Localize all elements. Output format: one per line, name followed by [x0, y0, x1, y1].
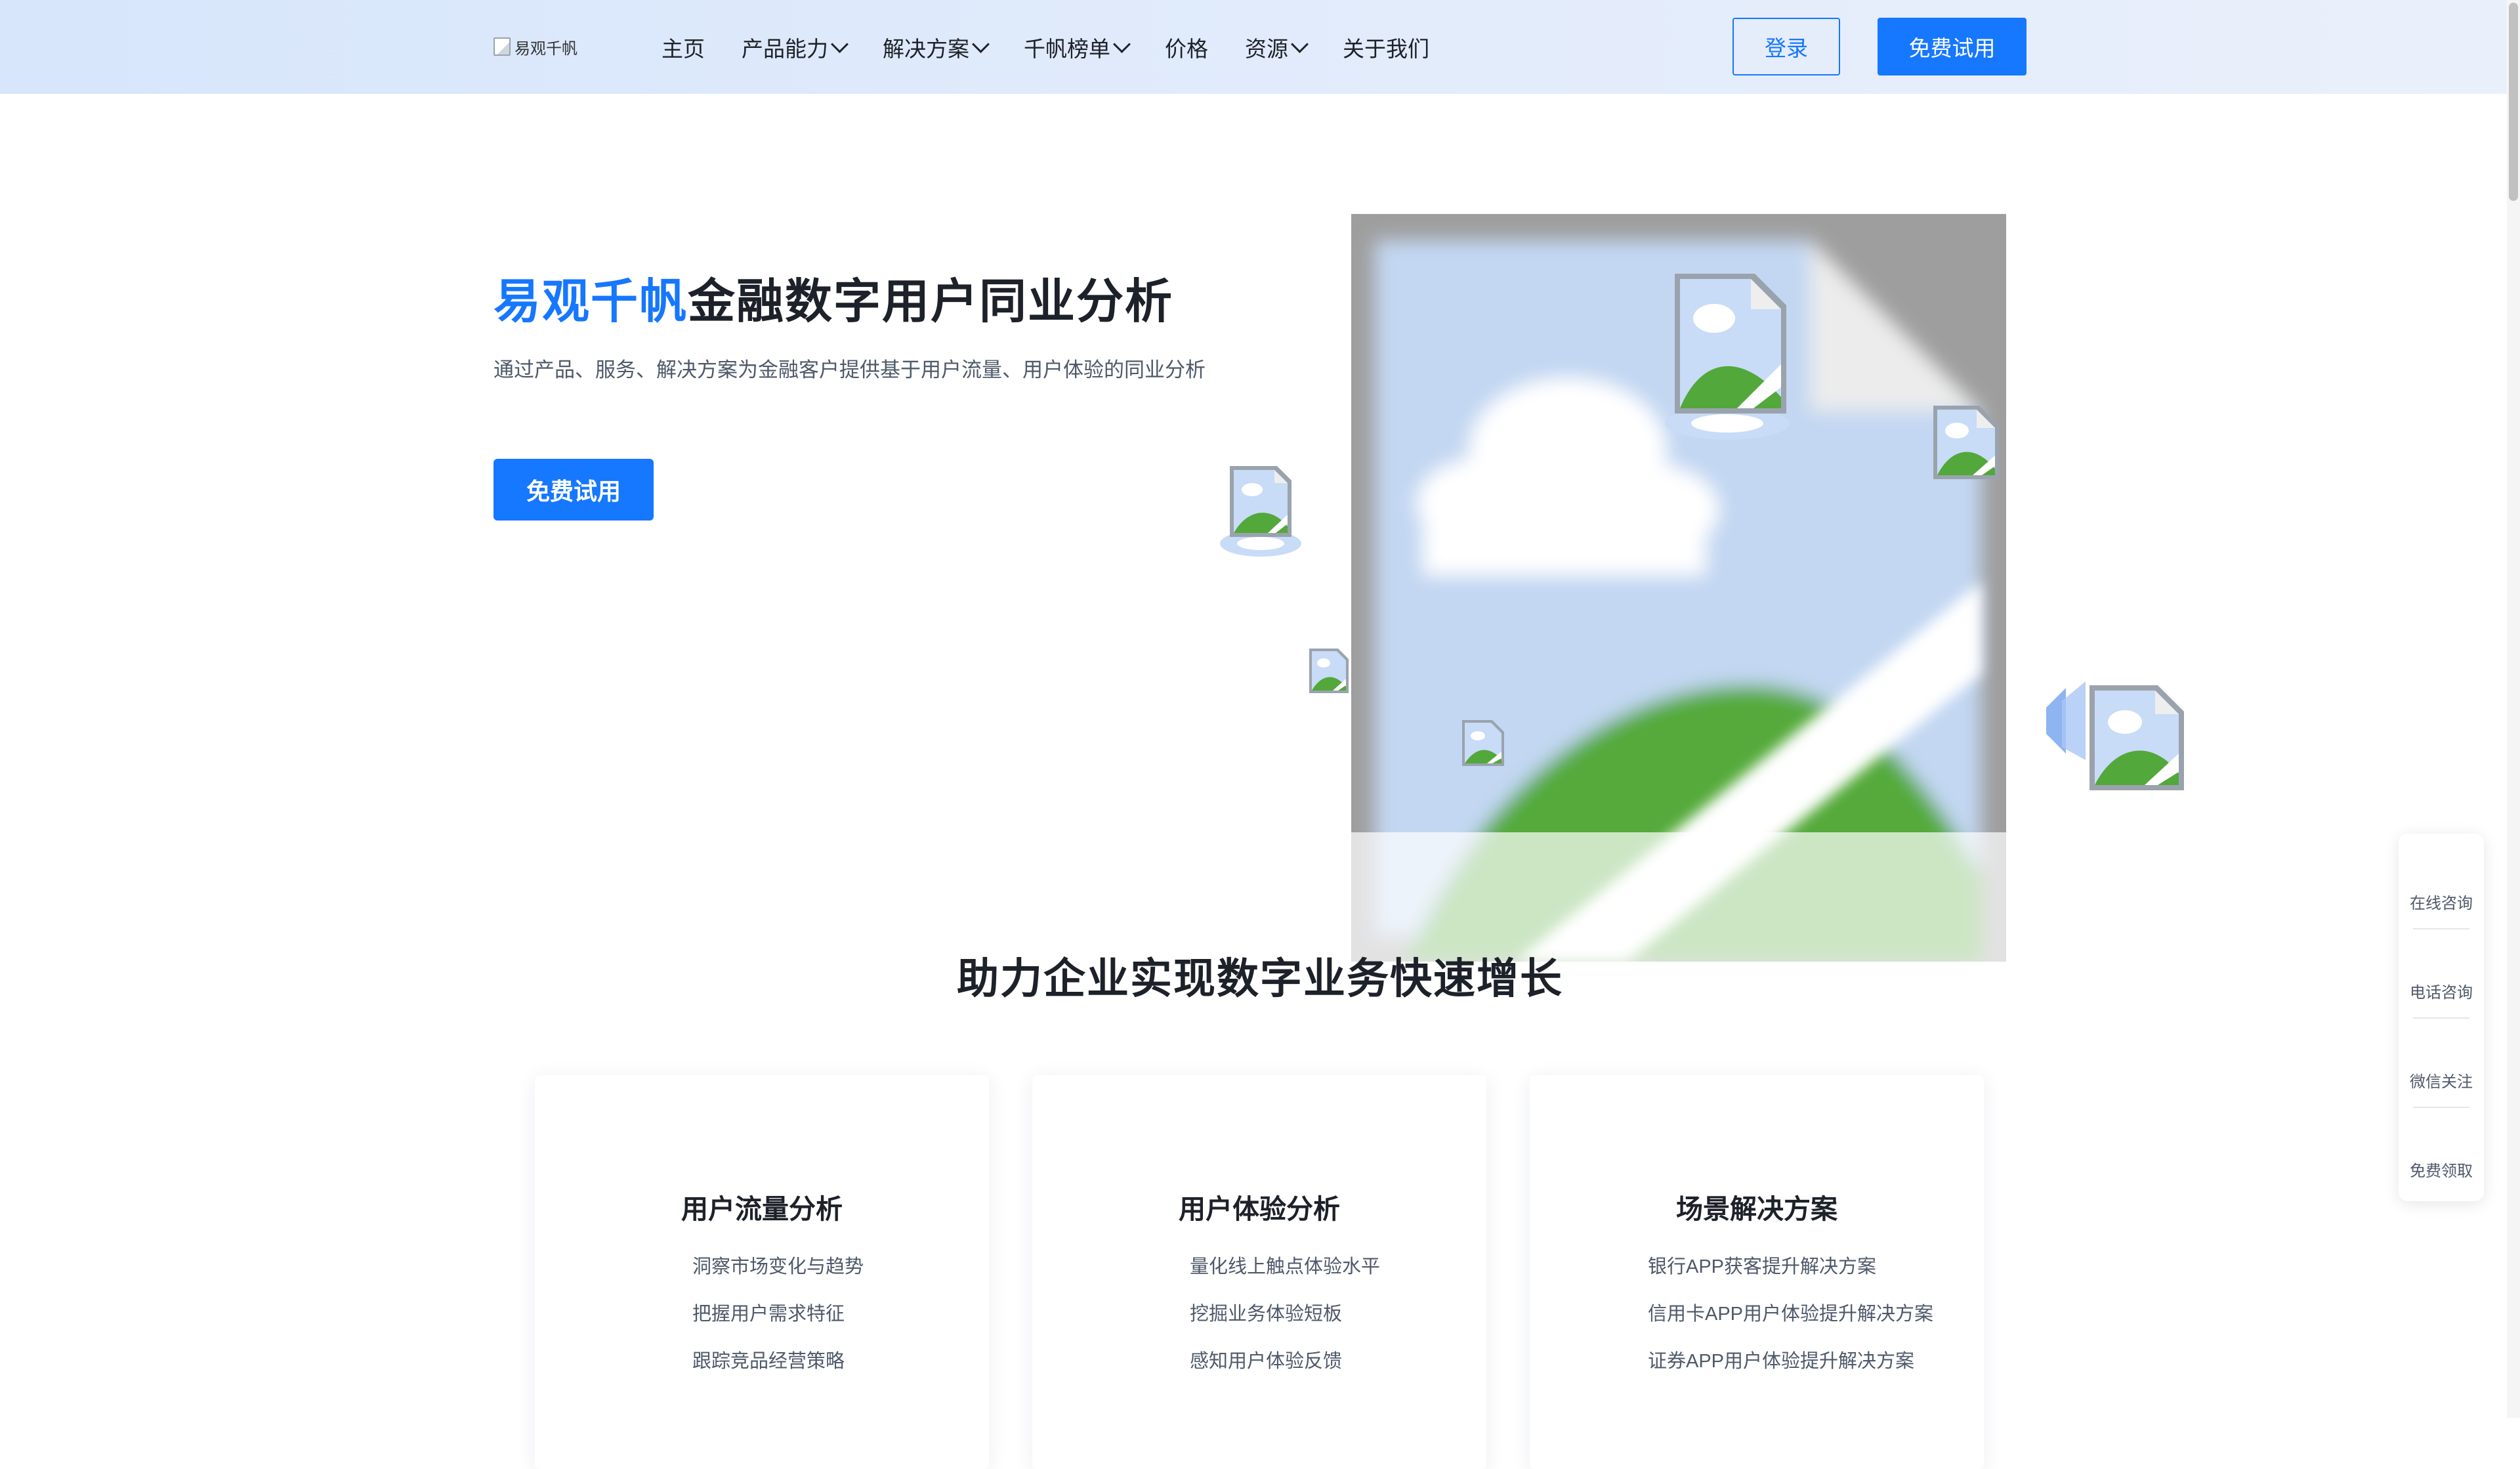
floating-broken-image-icon — [1309, 649, 1349, 693]
nav-item-label: 价格 — [1165, 37, 1208, 61]
logo-alt-text: 易观千帆 — [514, 39, 578, 58]
side-item-free-claim[interactable]: 免费领取 — [2399, 1158, 2484, 1181]
nav-item-products[interactable]: 产品能力 — [742, 32, 849, 63]
side-contact-panel: 在线咨询 电话咨询 微信关注 免费领取 — [2399, 834, 2484, 1201]
hero-title: 易观千帆金融数字用户同业分析 — [494, 263, 1173, 331]
nav-item-home[interactable]: 主页 — [662, 32, 705, 63]
free-trial-button-hero[interactable]: 免费试用 — [494, 459, 654, 521]
feature-card-experience[interactable]: 用户体验分析 量化线上触点体验水平 挖掘业务体验短板 感知用户体验反馈 — [1032, 1075, 1486, 1469]
card-title: 用户体验分析 — [1179, 1194, 1340, 1224]
card-title: 用户流量分析 — [681, 1194, 843, 1224]
nav-item-label: 解决方案 — [883, 37, 969, 61]
top-header: 易观千帆 主页 产品能力 解决方案 千帆榜单 价格 资源 关于我们 登录 免费试… — [0, 0, 2520, 94]
free-trial-button-header[interactable]: 免费试用 — [1878, 18, 2026, 75]
scrollbar-thumb[interactable] — [2509, 3, 2518, 201]
feature-card-traffic[interactable]: 用户流量分析 洞察市场变化与趋势 把握用户需求特征 跟踪竞品经营策略 — [535, 1075, 989, 1469]
chevron-down-icon — [1291, 35, 1309, 53]
list-item: 银行APP获客提升解决方案 — [1648, 1256, 1877, 1277]
main-nav: 主页 产品能力 解决方案 千帆榜单 价格 资源 关于我们 — [662, 29, 1429, 66]
floating-broken-image-icon — [2046, 681, 2184, 790]
nav-item-about[interactable]: 关于我们 — [1343, 32, 1429, 63]
nav-item-pricing[interactable]: 价格 — [1165, 32, 1208, 63]
floating-broken-image-icon — [1933, 406, 1999, 479]
nav-item-solutions[interactable]: 解决方案 — [883, 32, 990, 63]
nav-item-resources[interactable]: 资源 — [1245, 32, 1309, 63]
login-button[interactable]: 登录 — [1732, 18, 1840, 75]
floating-broken-image-icon — [1220, 466, 1301, 557]
card-list: 银行APP获客提升解决方案 信用卡APP用户体验提升解决方案 证券APP用户体验… — [1530, 1251, 2102, 1393]
chevron-down-icon — [972, 35, 990, 53]
card-title: 场景解决方案 — [1676, 1194, 1838, 1224]
list-item: 信用卡APP用户体验提升解决方案 — [1648, 1304, 1934, 1325]
nav-item-rankings[interactable]: 千帆榜单 — [1024, 32, 1131, 63]
chevron-down-icon — [831, 35, 849, 53]
scrollbar-track[interactable] — [2507, 0, 2520, 1418]
side-item-phone-consult[interactable]: 电话咨询 — [2399, 979, 2484, 1002]
side-item-online-consult[interactable]: 在线咨询 — [2399, 890, 2484, 913]
nav-item-label: 产品能力 — [742, 37, 828, 61]
hero-title-rest: 金融数字用户同业分析 — [688, 276, 1174, 328]
side-item-wechat-follow[interactable]: 微信关注 — [2399, 1069, 2484, 1092]
floating-broken-image-icon — [1665, 274, 1790, 440]
nav-item-label: 千帆榜单 — [1024, 37, 1110, 61]
floating-broken-image-icon — [1462, 720, 1504, 766]
nav-item-label: 主页 — [662, 37, 705, 61]
hero-subtitle: 通过产品、服务、解决方案为金融客户提供基于用户流量、用户体验的同业分析 — [494, 358, 1206, 381]
divider — [2413, 928, 2469, 929]
chevron-down-icon — [1113, 35, 1131, 53]
hero-title-brand: 易观千帆 — [494, 276, 688, 328]
logo[interactable]: 易观千帆 — [494, 36, 578, 58]
feature-card-solutions[interactable]: 场景解决方案 银行APP获客提升解决方案 信用卡APP用户体验提升解决方案 证券… — [1530, 1075, 1984, 1469]
list-item: 证券APP用户体验提升解决方案 — [1648, 1351, 1915, 1372]
divider — [2413, 1107, 2469, 1108]
broken-image-icon — [494, 37, 511, 56]
divider — [2413, 1017, 2469, 1019]
section-title: 助力企业实现数字业务快速增长 — [957, 955, 1563, 1002]
nav-item-label: 资源 — [1245, 37, 1288, 61]
nav-item-label: 关于我们 — [1343, 37, 1429, 61]
